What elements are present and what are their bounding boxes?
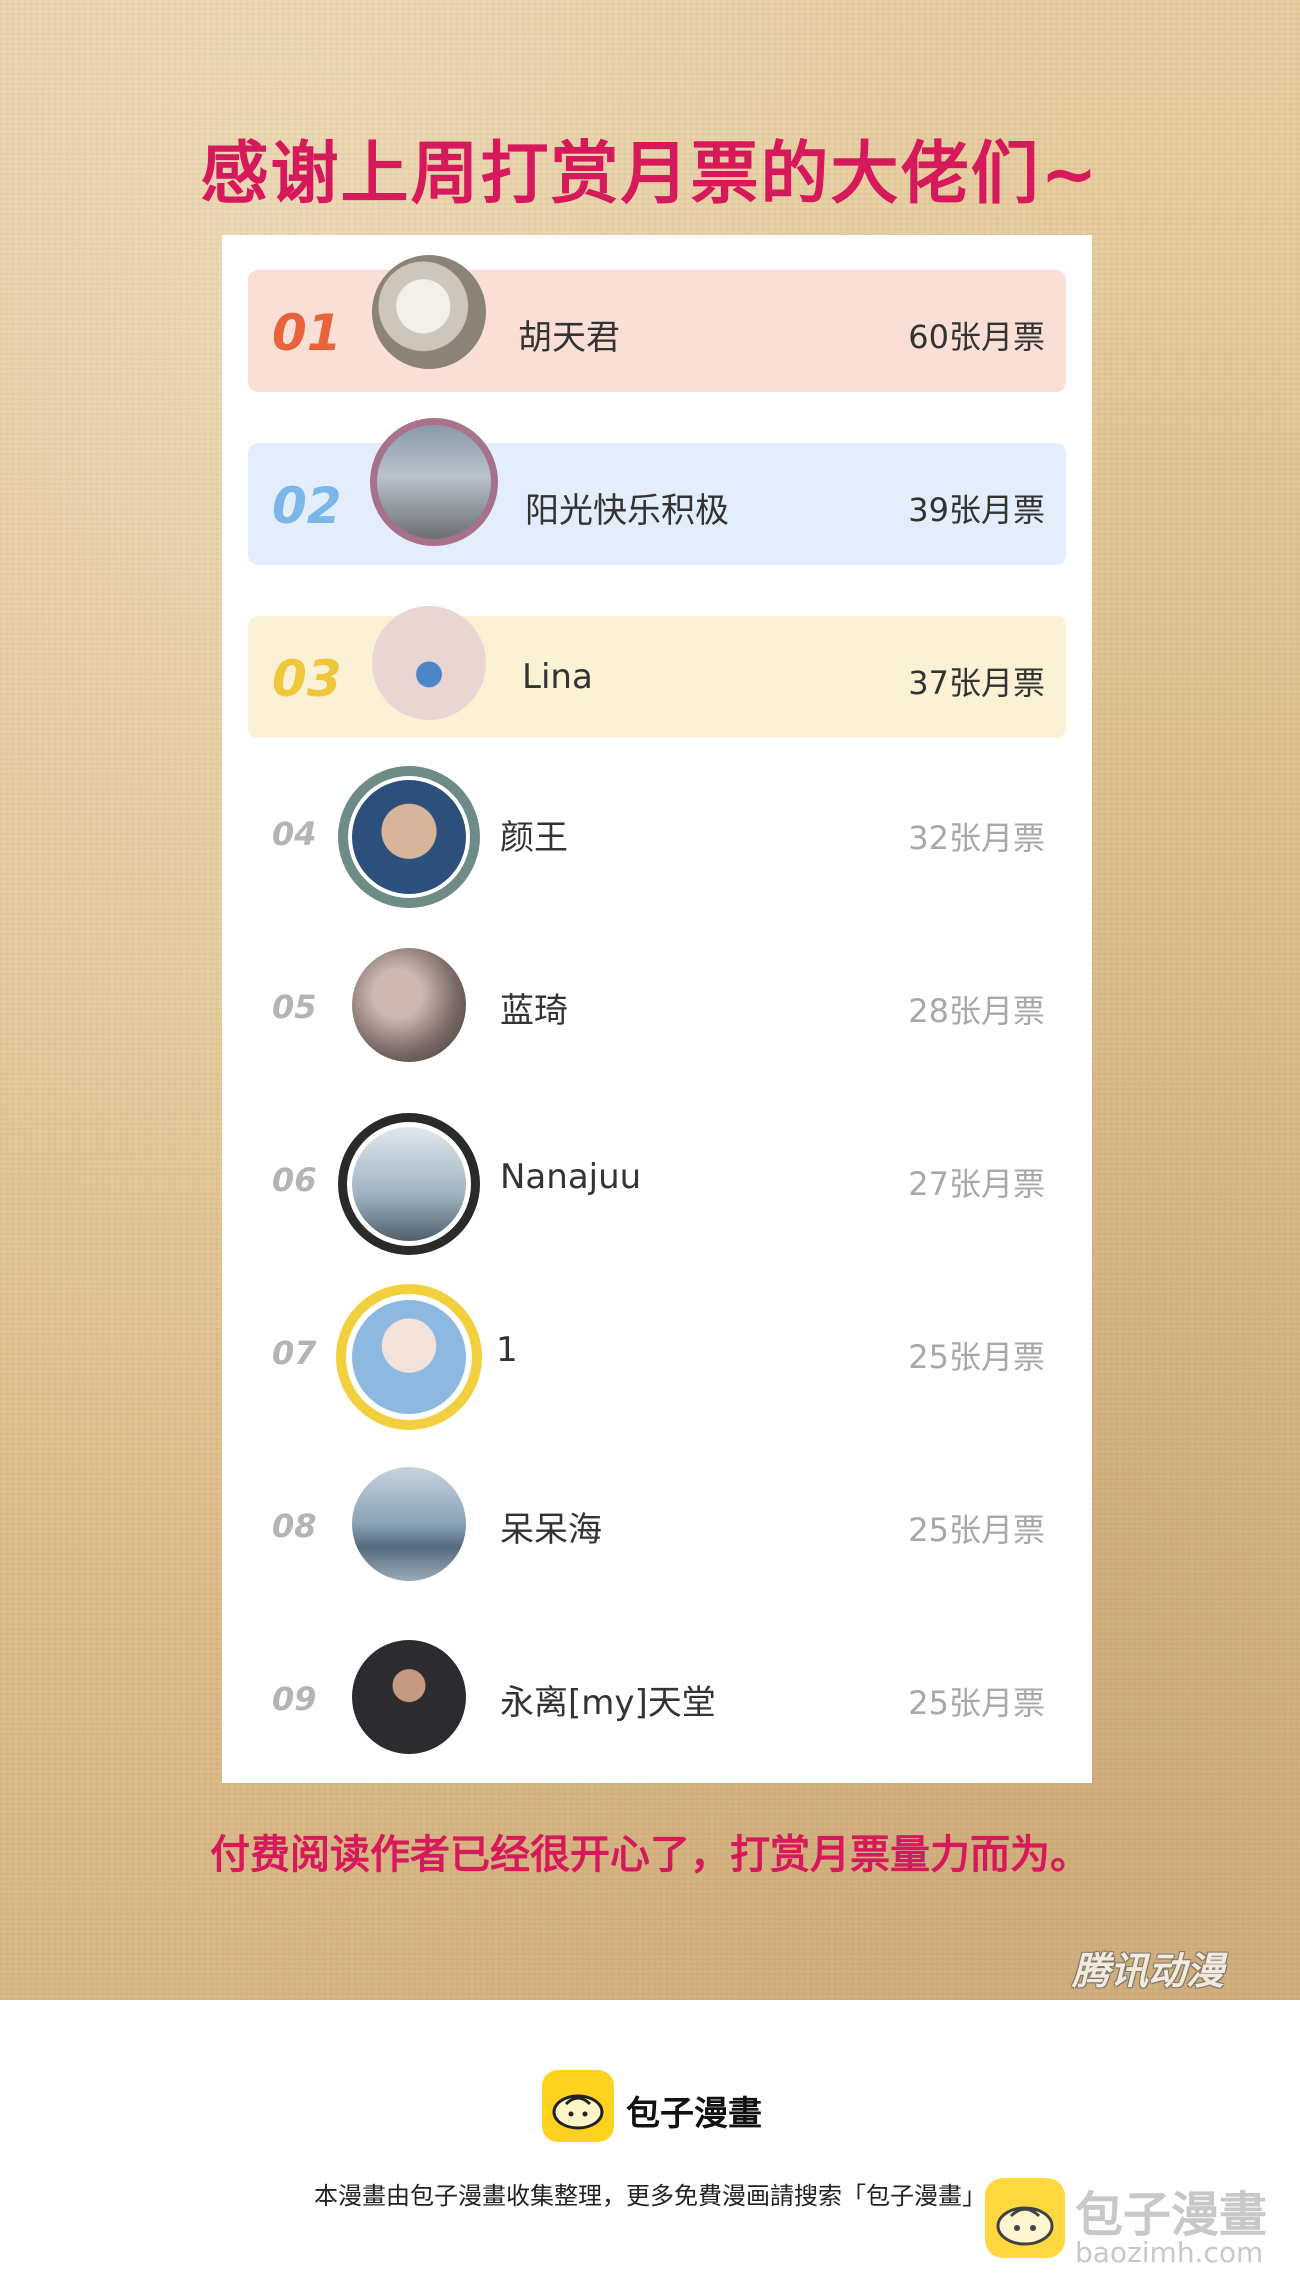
vote-count-3: 37张月票 [908, 664, 1045, 702]
vote-count-4: 32张月票 [908, 819, 1045, 857]
vote-count-9: 25张月票 [908, 1684, 1045, 1722]
avatar-3[interactable] [372, 606, 486, 720]
bottom-note: 付费阅读作者已经很开心了，打赏月票量力而为。 [210, 1832, 1090, 1878]
username-1: 胡天君 [518, 318, 620, 358]
username-7: 1 [496, 1330, 518, 1370]
username-9: 永离[my]天堂 [500, 1683, 716, 1723]
rank-number-9: 09 [272, 1680, 317, 1718]
corner-url[interactable]: baozimh.com [1075, 2236, 1263, 2269]
avatar-6[interactable] [352, 1127, 466, 1241]
username-6: Nanajuu [500, 1157, 642, 1197]
username-8: 呆呆海 [500, 1510, 602, 1550]
rank-number-4: 04 [272, 815, 317, 853]
username-3: Lina [522, 657, 593, 697]
avatar-1[interactable] [372, 255, 486, 369]
corner-baozi-logo-icon [985, 2178, 1065, 2258]
rank-number-3: 03 [272, 650, 342, 708]
footer-brand: 包子漫畫 [626, 2094, 762, 2134]
vote-count-2: 39张月票 [908, 491, 1045, 529]
avatar-5[interactable] [352, 948, 466, 1062]
baozi-logo-icon [542, 2070, 614, 2142]
vote-count-6: 27张月票 [908, 1165, 1045, 1203]
avatar-9[interactable] [352, 1640, 466, 1754]
rank-number-2: 02 [272, 477, 342, 535]
rank-number-7: 07 [272, 1334, 317, 1372]
avatar-2[interactable] [377, 425, 491, 539]
rank-number-6: 06 [272, 1161, 317, 1199]
rank-number-1: 01 [272, 304, 342, 362]
rank-number-8: 08 [272, 1507, 317, 1545]
avatar-4[interactable] [352, 780, 466, 894]
vote-count-5: 28张月票 [908, 992, 1045, 1030]
username-5: 蓝琦 [500, 991, 568, 1031]
page-title: 感谢上周打赏月票的大佬们~ [200, 135, 1100, 214]
tencent-watermark: 腾讯动漫 [1072, 1949, 1225, 1993]
rank-number-5: 05 [272, 988, 317, 1026]
username-4: 颜王 [500, 818, 568, 858]
vote-count-8: 25张月票 [908, 1511, 1045, 1549]
corner-brand: 包子漫畫 [1075, 2187, 1268, 2243]
avatar-8[interactable] [352, 1467, 466, 1581]
avatar-7[interactable] [352, 1300, 466, 1414]
username-2: 阳光快乐积极 [525, 491, 729, 531]
vote-count-1: 60张月票 [908, 318, 1045, 356]
vote-count-7: 25张月票 [908, 1338, 1045, 1376]
